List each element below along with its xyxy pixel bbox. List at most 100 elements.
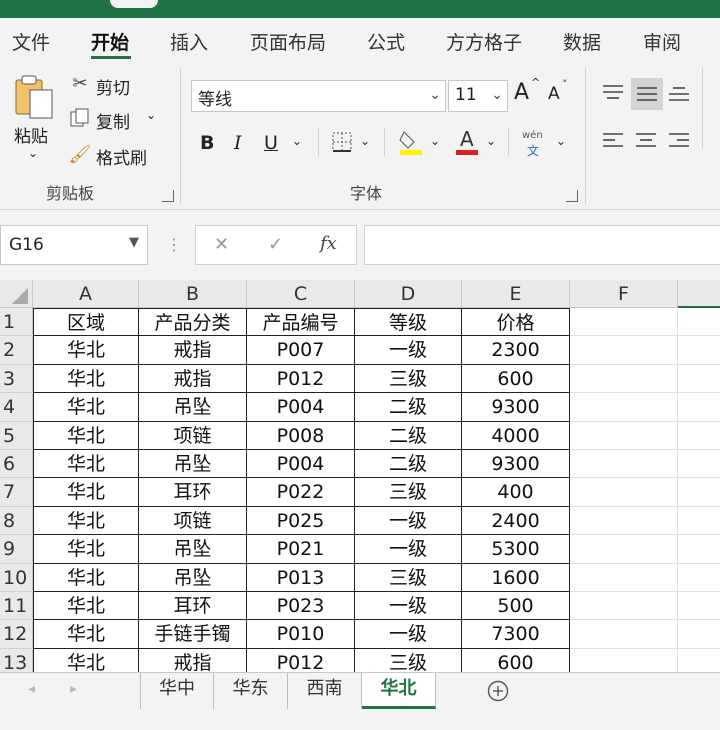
- bold-button[interactable]: B: [200, 132, 214, 154]
- row-header[interactable]: 10: [0, 563, 33, 592]
- column-header-d[interactable]: D: [355, 280, 462, 308]
- formula-input[interactable]: [364, 225, 720, 265]
- table-cell[interactable]: P004: [247, 450, 355, 479]
- phonetic-dropdown-icon[interactable]: ⌄: [556, 134, 566, 148]
- row-header[interactable]: 1: [0, 308, 33, 337]
- empty-cell-f[interactable]: [570, 421, 678, 450]
- table-cell[interactable]: 戒指: [139, 336, 247, 365]
- table-cell[interactable]: 华北: [33, 421, 139, 450]
- empty-cell-g[interactable]: [678, 450, 720, 479]
- insert-function-icon[interactable]: fx: [320, 233, 337, 254]
- tab-file[interactable]: 文件: [12, 28, 50, 55]
- italic-button[interactable]: I: [234, 132, 242, 154]
- table-cell[interactable]: 华北: [33, 478, 139, 507]
- shrink-font-icon[interactable]: A: [548, 84, 560, 104]
- empty-cell-f[interactable]: [570, 506, 678, 536]
- empty-cell-g[interactable]: [678, 422, 720, 450]
- sheet-tab-xinan[interactable]: 西南: [288, 673, 362, 709]
- tab-insert[interactable]: 插入: [170, 28, 208, 55]
- align-center-icon[interactable]: [633, 128, 659, 154]
- enter-icon[interactable]: ✓: [268, 234, 283, 255]
- header-cell[interactable]: 产品编号: [247, 308, 355, 337]
- row-header[interactable]: 4: [0, 393, 33, 422]
- row-header[interactable]: 3: [0, 364, 33, 394]
- tab-data[interactable]: 数据: [563, 28, 601, 55]
- empty-cell-f[interactable]: [570, 592, 678, 621]
- font-size-select[interactable]: 11 ⌄: [448, 80, 508, 112]
- align-bottom-icon[interactable]: [666, 80, 692, 106]
- paste-label[interactable]: 粘贴: [14, 122, 48, 147]
- table-cell[interactable]: 一级: [355, 620, 462, 649]
- empty-cell-f[interactable]: [570, 535, 678, 564]
- column-header-g[interactable]: [678, 280, 720, 308]
- empty-cell-g[interactable]: [678, 507, 720, 536]
- table-cell[interactable]: P008: [247, 421, 355, 450]
- fill-color-icon[interactable]: [398, 126, 424, 156]
- table-cell[interactable]: 吊坠: [139, 450, 247, 479]
- table-cell[interactable]: 手链手镯: [139, 620, 247, 649]
- empty-cell-g[interactable]: [678, 393, 720, 422]
- table-cell[interactable]: P012: [247, 364, 355, 394]
- table-cell[interactable]: 华北: [33, 364, 139, 394]
- sheet-tab-huadong[interactable]: 华东: [214, 673, 288, 709]
- table-cell[interactable]: P022: [247, 478, 355, 507]
- table-cell[interactable]: 项链: [139, 506, 247, 536]
- cut-label[interactable]: 剪切: [96, 74, 130, 99]
- paste-dropdown-icon[interactable]: ⌄: [28, 146, 38, 160]
- empty-cell-g[interactable]: [678, 535, 720, 564]
- empty-cell-f[interactable]: [570, 308, 678, 337]
- row-header[interactable]: 8: [0, 506, 33, 536]
- row-header[interactable]: 13: [0, 648, 33, 672]
- table-cell[interactable]: 华北: [33, 393, 139, 422]
- border-dropdown-icon[interactable]: ⌄: [360, 134, 370, 148]
- row-header[interactable]: 7: [0, 478, 33, 507]
- row-header[interactable]: 12: [0, 620, 33, 649]
- cut-icon[interactable]: ✂: [70, 72, 90, 94]
- empty-cell-f[interactable]: [570, 620, 678, 649]
- empty-cell-g[interactable]: [678, 365, 720, 394]
- table-cell[interactable]: 600: [462, 648, 570, 672]
- empty-cell-f[interactable]: [570, 393, 678, 422]
- empty-cell-f[interactable]: [570, 648, 678, 672]
- tab-review[interactable]: 审阅: [643, 28, 681, 55]
- empty-cell-f[interactable]: [570, 336, 678, 365]
- table-cell[interactable]: P023: [247, 592, 355, 621]
- empty-cell-g[interactable]: [678, 592, 720, 621]
- table-cell[interactable]: 华北: [33, 535, 139, 564]
- align-middle-icon[interactable]: [631, 78, 663, 110]
- select-all-corner[interactable]: [0, 280, 33, 308]
- empty-cell-g[interactable]: [678, 336, 720, 365]
- table-cell[interactable]: 2400: [462, 506, 570, 536]
- table-cell[interactable]: 戒指: [139, 364, 247, 394]
- font-name-select[interactable]: 等线 ⌄: [191, 80, 446, 112]
- row-header[interactable]: 5: [0, 421, 33, 450]
- sheet-tab-huazhong[interactable]: 华中: [140, 673, 214, 709]
- table-cell[interactable]: 华北: [33, 563, 139, 592]
- table-cell[interactable]: 三级: [355, 364, 462, 394]
- table-cell[interactable]: 三级: [355, 648, 462, 672]
- table-cell[interactable]: 二级: [355, 421, 462, 450]
- row-header[interactable]: 11: [0, 592, 33, 621]
- column-header-b[interactable]: B: [139, 280, 247, 308]
- table-cell[interactable]: 二级: [355, 450, 462, 479]
- font-color-dropdown-icon[interactable]: ⌄: [486, 134, 496, 148]
- empty-cell-f[interactable]: [570, 563, 678, 592]
- clipboard-launcher-icon[interactable]: [162, 190, 174, 202]
- underline-button[interactable]: U: [264, 132, 278, 154]
- format-painter-label[interactable]: 格式刷: [96, 144, 147, 169]
- tab-page-layout[interactable]: 页面布局: [250, 28, 326, 55]
- table-cell[interactable]: 吊坠: [139, 535, 247, 564]
- empty-cell-g[interactable]: [678, 564, 720, 592]
- table-cell[interactable]: 三级: [355, 478, 462, 507]
- empty-cell-f[interactable]: [570, 450, 678, 479]
- underline-dropdown-icon[interactable]: ⌄: [292, 134, 302, 148]
- empty-cell-g[interactable]: [678, 308, 720, 337]
- table-cell[interactable]: 一级: [355, 506, 462, 536]
- table-cell[interactable]: P013: [247, 563, 355, 592]
- table-cell[interactable]: 一级: [355, 336, 462, 365]
- phonetic-guide-top[interactable]: wén: [522, 130, 543, 141]
- font-launcher-icon[interactable]: [566, 190, 578, 202]
- table-cell[interactable]: P007: [247, 336, 355, 365]
- copy-icon[interactable]: [68, 106, 92, 130]
- phonetic-guide-icon[interactable]: 文: [527, 142, 539, 159]
